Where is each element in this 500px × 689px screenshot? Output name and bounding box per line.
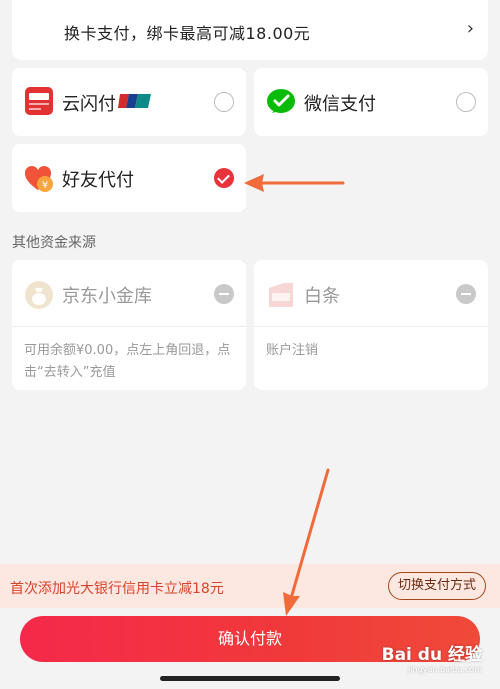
home-indicator [160, 676, 340, 681]
svg-text:¥: ¥ [42, 180, 48, 191]
baidu-jingyan-watermark: Bai du 经验 jingyan.baidu.com [382, 640, 482, 674]
source-option-description: 可用余额¥0.00，点左上角回退，点击“去转入”充值 [24, 343, 231, 380]
money-bag-icon [25, 281, 53, 309]
promo-text: 首次添加光大银行信用卡立减18元 [10, 581, 224, 597]
wechat-pay-icon [267, 89, 295, 113]
watermark-text: Bai du 经验 [381, 645, 482, 665]
bind-card-promo-text: 换卡支付，绑卡最高可减18.00元 [64, 24, 311, 43]
source-option-label: 白条 [304, 286, 340, 307]
switch-payment-method-button[interactable]: 切换支付方式 [388, 572, 486, 600]
source-option-label: 京东小金库 [62, 286, 152, 307]
wechat-pay-radio[interactable] [456, 92, 476, 112]
payment-option-unionpay[interactable]: 云闪付 [12, 68, 246, 136]
unionpay-radio[interactable] [214, 92, 234, 112]
payment-option-wechat[interactable]: 微信支付 [254, 68, 488, 136]
source-option-jd-vault: 京东小金库 可用余额¥0.00，点左上角回退，点击“去转入”充值 [12, 260, 246, 390]
source-option-baitiao: 白条 账户注销 [254, 260, 488, 390]
divider [254, 326, 488, 327]
payment-option-friend-pay[interactable]: ¥ 好友代付 [12, 144, 246, 212]
divider [12, 326, 246, 327]
friend-pay-icon: ¥ [25, 166, 53, 192]
arrow-head-left-icon [244, 174, 264, 192]
other-sources-title: 其他资金来源 [12, 235, 96, 251]
disabled-minus-icon [214, 284, 234, 304]
payment-option-label: 好友代付 [62, 170, 134, 191]
chevron-right-icon: › [466, 18, 474, 39]
bind-card-promo-row[interactable]: 换卡支付，绑卡最高可减18.00元 › [12, 0, 488, 60]
unionpay-icon [25, 87, 53, 115]
source-option-description: 账户注销 [266, 343, 319, 358]
payment-option-label: 微信支付 [304, 94, 376, 115]
disabled-minus-icon [456, 284, 476, 304]
promo-bar: 首次添加光大银行信用卡立减18元 切换支付方式 [0, 564, 500, 608]
unionpay-card-logo-icon [118, 94, 151, 108]
friend-pay-radio-checked[interactable] [214, 168, 234, 188]
baitiao-icon [269, 283, 293, 307]
watermark-subtext: jingyan.baidu.com [408, 665, 482, 674]
payment-option-label: 云闪付 [62, 94, 116, 115]
